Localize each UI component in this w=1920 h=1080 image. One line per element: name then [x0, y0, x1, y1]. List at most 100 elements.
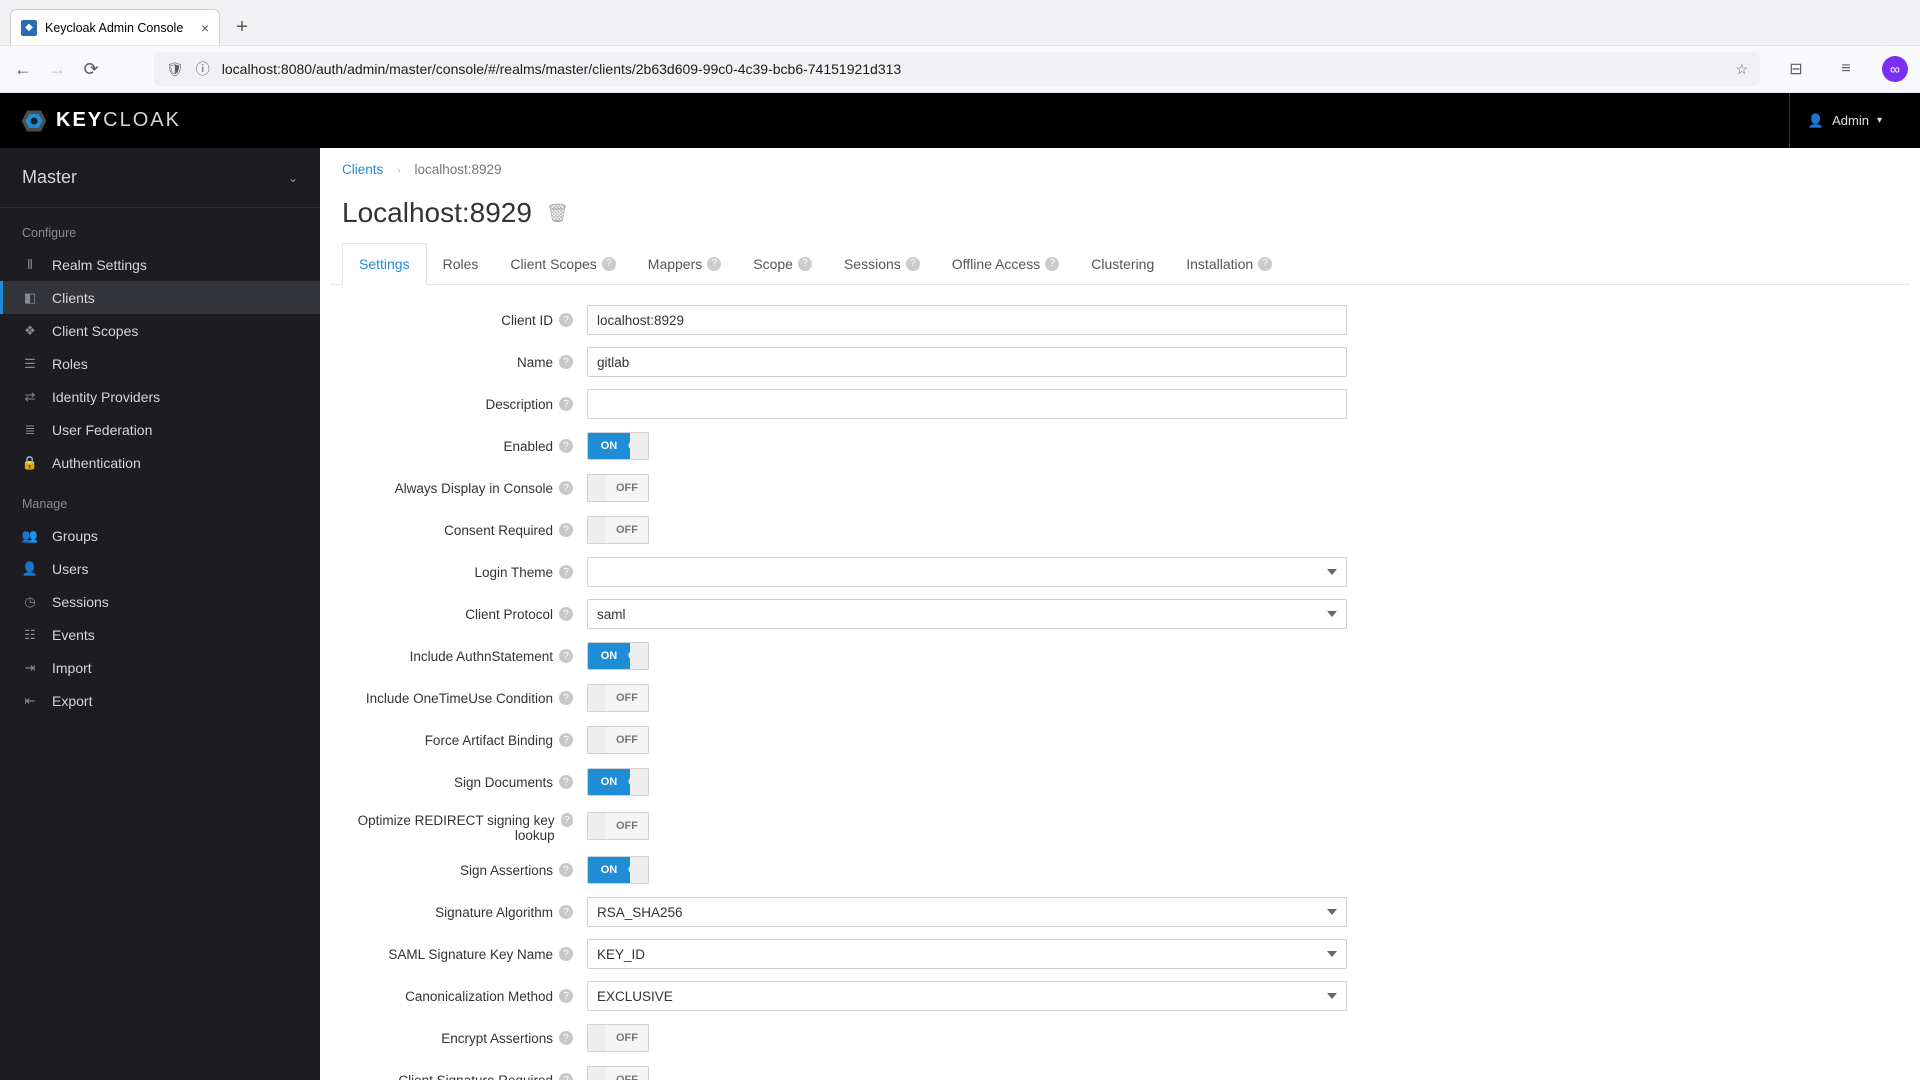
toggle-optimize-redirect[interactable]: ONOFF — [587, 812, 649, 840]
help-icon[interactable]: ? — [559, 691, 573, 705]
shield-icon: 🛡 — [166, 61, 184, 78]
sidebar-item-import[interactable]: ⇥Import — [0, 651, 320, 684]
help-icon[interactable]: ? — [1045, 257, 1059, 271]
toggle-encrypt-assertions[interactable]: ONOFF — [587, 1024, 649, 1052]
sidebar-item-events[interactable]: ☷Events — [0, 618, 320, 651]
toggle-force-artifact[interactable]: ONOFF — [587, 726, 649, 754]
sidebar-item-roles[interactable]: ☰ Roles — [0, 347, 320, 380]
help-icon[interactable]: ? — [559, 355, 573, 369]
tab-installation[interactable]: Installation? — [1170, 243, 1288, 284]
row-client-sig-required: Client Signature Required?ONOFF — [342, 1065, 1898, 1080]
sidebar-item-sessions[interactable]: ◷Sessions — [0, 585, 320, 618]
tab-settings[interactable]: Settings — [342, 243, 427, 285]
toggle-always-display[interactable]: ONOFF — [587, 474, 649, 502]
help-icon[interactable]: ? — [602, 257, 616, 271]
sidebar-item-groups[interactable]: 👥Groups — [0, 519, 320, 552]
help-icon[interactable]: ? — [559, 481, 573, 495]
sidebar-item-users[interactable]: 👤Users — [0, 552, 320, 585]
select-client-protocol[interactable]: saml — [587, 599, 1347, 629]
help-icon[interactable]: ? — [559, 1031, 573, 1045]
help-icon[interactable]: ? — [559, 905, 573, 919]
close-icon[interactable]: × — [201, 20, 209, 36]
sidebar-item-icon: ☰ — [22, 356, 38, 372]
forward-button[interactable]: → — [46, 58, 68, 80]
help-icon[interactable]: ? — [559, 989, 573, 1003]
help-icon[interactable]: ? — [1258, 257, 1272, 271]
back-button[interactable]: ← — [12, 58, 34, 80]
sidebar-item-authentication[interactable]: 🔒Authentication — [0, 446, 320, 479]
help-icon[interactable]: ? — [559, 607, 573, 621]
lock-icon: ⓘ — [196, 59, 210, 79]
browser-tab[interactable]: ◆ Keycloak Admin Console × — [10, 9, 220, 45]
tab-roles[interactable]: Roles — [427, 243, 495, 284]
sidebar-item-label: Roles — [52, 356, 88, 372]
breadcrumb-root[interactable]: Clients — [342, 162, 383, 177]
tab-bar: SettingsRolesClient Scopes?Mappers?Scope… — [330, 243, 1910, 285]
content-area: Clients › localhost:8929 Localhost:8929 … — [320, 148, 1920, 1080]
browser-profile-icon[interactable]: ∞ — [1882, 56, 1908, 82]
toggle-sign-assertions[interactable]: ONOFF — [587, 856, 649, 884]
help-icon[interactable]: ? — [561, 813, 573, 827]
hamburger-menu-icon[interactable]: ≡ — [1832, 55, 1860, 83]
help-icon[interactable]: ? — [559, 733, 573, 747]
input-name[interactable] — [587, 347, 1347, 377]
toggle-enabled[interactable]: ONOFF — [587, 432, 649, 460]
help-icon[interactable]: ? — [559, 565, 573, 579]
sidebar-item-client-scopes[interactable]: ❖Client Scopes — [0, 314, 320, 347]
tab-scope[interactable]: Scope? — [737, 243, 828, 284]
help-icon[interactable]: ? — [559, 947, 573, 961]
tab-sessions[interactable]: Sessions? — [828, 243, 936, 284]
toggle-on-label: ON — [588, 517, 606, 543]
toggle-off-label: OFF — [606, 813, 648, 839]
help-icon[interactable]: ? — [559, 439, 573, 453]
help-icon[interactable]: ? — [559, 1073, 573, 1080]
sidebar-item-icon: 👥 — [22, 528, 38, 544]
keycloak-logo[interactable]: KEYCLOAK — [20, 107, 181, 135]
sidebar-item-clients[interactable]: ◧Clients — [0, 281, 320, 314]
select-login-theme[interactable] — [587, 557, 1347, 587]
url-bar[interactable]: 🛡 ⓘ localhost:8080/auth/admin/master/con… — [154, 52, 1760, 86]
help-icon[interactable]: ? — [798, 257, 812, 271]
label-sig-algorithm: Signature Algorithm? — [342, 905, 587, 920]
help-icon[interactable]: ? — [707, 257, 721, 271]
label-description: Description? — [342, 397, 587, 412]
sidebar-item-realm-settings[interactable]: ⫴Realm Settings — [0, 248, 320, 281]
help-icon[interactable]: ? — [559, 775, 573, 789]
sidebar-item-user-federation[interactable]: ≣User Federation — [0, 413, 320, 446]
new-tab-button[interactable]: + — [228, 13, 256, 41]
input-client-id[interactable] — [587, 305, 1347, 335]
toggle-client-sig-required[interactable]: ONOFF — [587, 1066, 649, 1080]
help-icon[interactable]: ? — [906, 257, 920, 271]
select-sig-algorithm[interactable]: RSA_SHA256 — [587, 897, 1347, 927]
pocket-icon[interactable]: ⊟ — [1782, 55, 1810, 83]
tab-offline-access[interactable]: Offline Access? — [936, 243, 1075, 284]
help-icon[interactable]: ? — [559, 523, 573, 537]
input-description[interactable] — [587, 389, 1347, 419]
tab-mappers[interactable]: Mappers? — [632, 243, 737, 284]
row-client-id: Client ID? — [342, 305, 1898, 335]
user-menu[interactable]: 👤 Admin ▾ — [1789, 93, 1900, 148]
tab-client-scopes[interactable]: Client Scopes? — [494, 243, 631, 284]
trash-icon[interactable]: 🗑 — [546, 203, 569, 224]
toggle-consent-required[interactable]: ONOFF — [587, 516, 649, 544]
help-icon[interactable]: ? — [559, 863, 573, 877]
app-header: KEYCLOAK 👤 Admin ▾ — [0, 93, 1920, 148]
sidebar-item-label: Realm Settings — [52, 257, 147, 273]
realm-selector[interactable]: Master ⌄ — [0, 148, 320, 208]
help-icon[interactable]: ? — [559, 649, 573, 663]
bookmark-star-icon[interactable]: ☆ — [1735, 61, 1748, 78]
sidebar-item-identity-providers[interactable]: ⇄Identity Providers — [0, 380, 320, 413]
toggle-sign-documents[interactable]: ONOFF — [587, 768, 649, 796]
sidebar-item-icon: ⇄ — [22, 389, 38, 405]
url-text: localhost:8080/auth/admin/master/console… — [222, 61, 901, 77]
tab-clustering[interactable]: Clustering — [1075, 243, 1170, 284]
help-icon[interactable]: ? — [559, 397, 573, 411]
toggle-include-onetime[interactable]: ONOFF — [587, 684, 649, 712]
select-canon-method[interactable]: EXCLUSIVE — [587, 981, 1347, 1011]
help-icon[interactable]: ? — [559, 313, 573, 327]
toggle-include-authn[interactable]: ONOFF — [587, 642, 649, 670]
reload-button[interactable]: ⟳ — [80, 58, 102, 80]
sidebar-item-icon: ≣ — [22, 422, 38, 438]
sidebar-item-export[interactable]: ⇤Export — [0, 684, 320, 717]
select-sig-keyname[interactable]: KEY_ID — [587, 939, 1347, 969]
